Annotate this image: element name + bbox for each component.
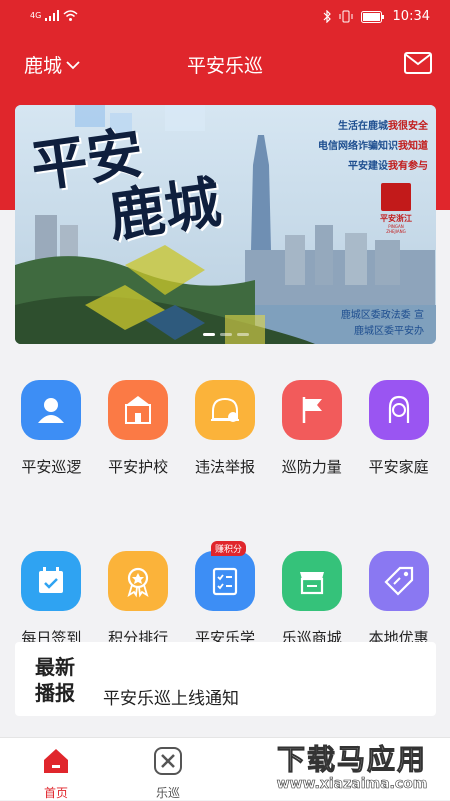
study-list-icon bbox=[194, 551, 255, 611]
promo-banner[interactable]: 平安 鹿城 生活在鹿城我很安全 电信网络诈骗知识我知道 平安建设我有参与 平安浙… bbox=[15, 105, 436, 344]
school-icon bbox=[108, 380, 169, 440]
tab-patrol[interactable]: 乐巡 bbox=[112, 738, 224, 800]
bluetooth-icon bbox=[323, 10, 331, 23]
vibrate-icon bbox=[339, 10, 353, 23]
feature-grid: 平安巡逻 平安护校 违法举报 巡防力量 平安家庭 每日签到 积分排行 赚积分 平… bbox=[0, 370, 450, 648]
shop-icon bbox=[281, 551, 342, 611]
family-icon bbox=[368, 380, 429, 440]
feature-deals[interactable]: 本地优惠 bbox=[359, 541, 439, 648]
feature-shop[interactable]: 乐巡商城 bbox=[272, 541, 352, 648]
clock: 10:34 bbox=[392, 9, 430, 24]
feature-patrol-force[interactable]: 巡防力量 bbox=[272, 370, 352, 477]
news-tag: 最新 播报 bbox=[35, 655, 75, 705]
patrol-user-icon bbox=[21, 380, 82, 440]
tag-icon bbox=[368, 551, 429, 611]
feature-checkin[interactable]: 每日签到 bbox=[11, 541, 91, 648]
feature-patrol[interactable]: 平安巡逻 bbox=[11, 370, 91, 477]
feature-school[interactable]: 平安护校 bbox=[98, 370, 178, 477]
feature-report[interactable]: 违法举报 bbox=[185, 370, 265, 477]
banner-slogans: 生活在鹿城我很安全 电信网络诈骗知识我知道 平安建设我有参与 bbox=[318, 121, 428, 172]
seal-icon bbox=[381, 183, 411, 211]
pagination-dot[interactable] bbox=[219, 333, 232, 336]
calendar-check-icon bbox=[21, 551, 82, 611]
news-bar[interactable]: 最新 播报 平安乐巡上线通知 bbox=[15, 642, 436, 716]
battery-icon bbox=[360, 10, 384, 23]
news-headline[interactable]: 平安乐巡上线通知 bbox=[103, 684, 239, 709]
status-bar: 4G 10:34 bbox=[0, 0, 450, 34]
feature-row-2: 每日签到 积分排行 赚积分 平安乐学 乐巡商城 本地优惠 bbox=[0, 541, 450, 648]
pingan-zhejiang-logo: 平安浙江 PINGAN ZHEJIANG bbox=[378, 183, 414, 234]
feature-study[interactable]: 赚积分 平安乐学 bbox=[185, 541, 265, 648]
wifi-icon bbox=[63, 10, 78, 21]
app-bar: 鹿城 平安乐巡 bbox=[0, 34, 450, 90]
flag-icon bbox=[281, 380, 342, 440]
pagination-dot[interactable] bbox=[236, 333, 249, 336]
points-badge: 赚积分 bbox=[210, 541, 246, 556]
tab-home[interactable]: 首页 bbox=[0, 738, 112, 800]
mail-icon bbox=[404, 52, 432, 74]
feature-family[interactable]: 平安家庭 bbox=[359, 370, 439, 477]
page-title: 平安乐巡 bbox=[186, 55, 263, 77]
medal-icon bbox=[108, 551, 169, 611]
pagination-dot[interactable] bbox=[202, 333, 215, 336]
home-icon bbox=[44, 749, 68, 773]
banner-title: 平安 鹿城 bbox=[27, 119, 225, 251]
patrol-tools-icon bbox=[154, 747, 182, 775]
message-button[interactable] bbox=[404, 52, 432, 78]
report-helmet-icon bbox=[194, 380, 255, 440]
feature-row-1: 平安巡逻 平安护校 违法举报 巡防力量 平安家庭 bbox=[0, 370, 450, 477]
banner-pagination bbox=[15, 333, 436, 336]
network-label: 4G bbox=[30, 11, 42, 20]
signal-icon bbox=[45, 10, 60, 21]
feature-ranking[interactable]: 积分排行 bbox=[98, 541, 178, 648]
site-watermark: 下载马应用 www.xiazaima.com bbox=[276, 743, 428, 793]
